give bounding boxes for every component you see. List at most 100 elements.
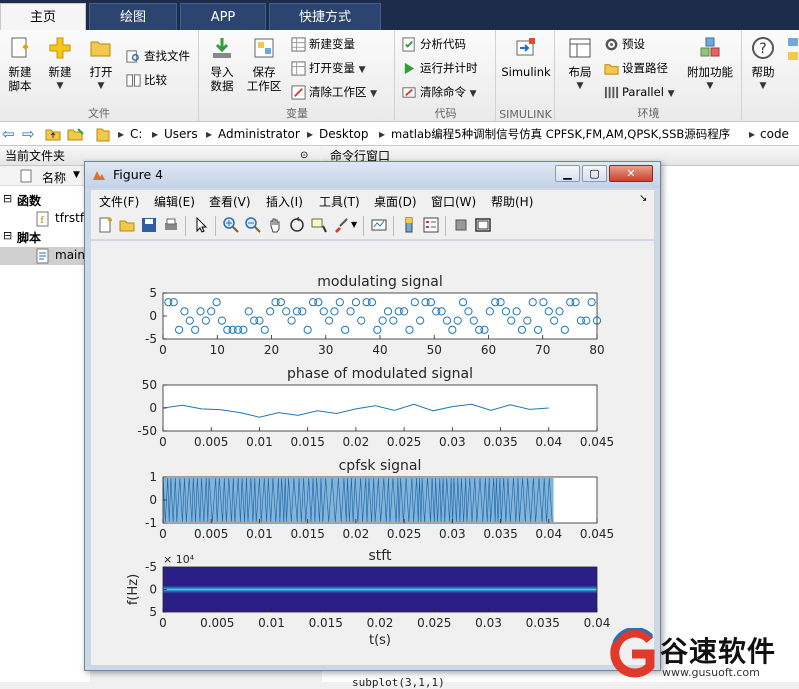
menu-help[interactable]: 帮助(H) — [491, 193, 533, 210]
y-tick-label-0: -5 — [145, 332, 157, 346]
new-variable-icon — [291, 37, 306, 52]
back-arrow-icon[interactable]: ⇦ — [2, 122, 15, 145]
import-data-button[interactable]: 导入 数据 — [206, 36, 238, 93]
functions-group-row[interactable]: ⊟ 函数 — [0, 192, 90, 210]
figure-title-bar[interactable]: Figure 4 ▁ ▢ ✕ — [85, 162, 660, 188]
set-path-button[interactable]: 设置路径 — [604, 58, 668, 78]
file-row-tfrstft[interactable]: f tfrstft — [0, 210, 90, 228]
figure-canvas[interactable]: modulating signal 0 10 20 30 40 50 60 70 80 5 0 -5 ph… — [91, 241, 654, 665]
file-row-main[interactable]: main — [0, 247, 90, 265]
compare-label: 比较 — [144, 73, 167, 87]
pan-hand-icon[interactable] — [267, 217, 283, 233]
menu-tools[interactable]: 工具(T) — [319, 193, 360, 210]
parallel-button[interactable]: Parallel ▼ — [604, 82, 674, 102]
current-folder-title: 当前文件夹 — [5, 149, 66, 163]
file-name: main — [55, 248, 85, 262]
find-files-icon — [126, 50, 139, 63]
clear-commands-label: 清除命令 — [420, 85, 466, 99]
menu-edit[interactable]: 编辑(E) — [154, 193, 195, 210]
open-variable-icon — [291, 61, 306, 76]
new-plus-icon — [49, 37, 71, 59]
save-icon[interactable] — [141, 217, 157, 233]
figure-title: Figure 4 — [113, 167, 164, 182]
new-button[interactable]: 新建 ▼ — [43, 36, 77, 93]
resources-group: ? 帮助 ▼ — [743, 30, 783, 122]
open-file-icon[interactable] — [119, 217, 135, 233]
figure-window[interactable]: Figure 4 ▁ ▢ ✕ 文件(F) 编辑(E) 查看(V) 插入(I) 工… — [84, 161, 661, 671]
sort-chevron-icon[interactable]: ▼ — [73, 170, 80, 180]
path-crumb-code[interactable]: code — [760, 122, 789, 145]
new-script-label: 新建 脚本 — [8, 65, 32, 93]
close-button[interactable]: ✕ — [609, 165, 653, 182]
open-variable-button[interactable]: 打开变量 ▼ — [291, 58, 366, 78]
menu-file[interactable]: 文件(F) — [99, 193, 139, 210]
compare-button[interactable]: 比较 — [126, 70, 167, 90]
find-files-button[interactable]: 查找文件 — [126, 46, 190, 66]
data-cursor-icon[interactable] — [311, 217, 327, 233]
zoom-in-icon[interactable] — [223, 217, 239, 233]
cursor-arrow-icon[interactable] — [193, 217, 209, 233]
tab-apps[interactable]: APP — [180, 3, 266, 30]
tab-home[interactable]: 主页 — [0, 3, 86, 30]
y-tick-label-1: 50 — [142, 378, 157, 392]
preferences-button[interactable]: 预设 — [604, 34, 645, 54]
open-button[interactable]: 打开 ▼ — [84, 36, 118, 93]
forward-arrow-icon[interactable]: ⇨ — [22, 122, 35, 145]
save-workspace-button[interactable]: 保存 工作区 — [244, 36, 284, 93]
collapse-icon[interactable]: ⊟ — [3, 229, 12, 242]
x-tick-label-2: 0.015 — [290, 527, 324, 541]
x-tick-label-1: 0.035 — [483, 435, 517, 449]
print-icon[interactable] — [163, 217, 179, 233]
dock-arrow-icon[interactable]: ↘ — [639, 193, 647, 204]
x-tick-label-3: 0.01 — [258, 616, 285, 630]
maximize-button[interactable]: ▢ — [582, 165, 607, 182]
new-variable-button[interactable]: 新建变量 — [291, 34, 355, 54]
tab-shortcuts[interactable]: 快捷方式 — [269, 3, 381, 30]
menu-window[interactable]: 窗口(W) — [431, 193, 476, 210]
set-path-label: 设置路径 — [622, 61, 668, 75]
collapse-icon[interactable]: ⊟ — [3, 192, 12, 205]
function-file-icon: f — [36, 211, 49, 227]
simulink-button[interactable]: Simulink — [499, 36, 553, 79]
scripts-group-row[interactable]: ⊟ 脚本 — [0, 229, 90, 247]
show-plot-tools-icon[interactable] — [475, 217, 491, 233]
minimize-button[interactable]: ▁ — [555, 165, 580, 182]
x-tick-label-0: 20 — [264, 343, 279, 357]
x-tick-label-1: 0.025 — [387, 435, 421, 449]
open-folder-icon — [90, 41, 111, 57]
path-separator-icon: ▸ — [118, 127, 125, 141]
parallel-chevron-icon: ▼ — [667, 89, 675, 99]
brush-chevron-icon[interactable]: ▼ — [351, 220, 357, 229]
community-icon[interactable] — [786, 36, 799, 79]
zoom-out-icon[interactable] — [245, 217, 261, 233]
up-folder-icon[interactable] — [45, 126, 61, 142]
clear-workspace-button[interactable]: 清除工作区 ▼ — [291, 82, 377, 102]
help-button[interactable]: ? 帮助 ▼ — [745, 36, 781, 93]
path-crumb-user[interactable]: Administrator — [218, 122, 300, 145]
hide-plot-tools-icon[interactable] — [453, 217, 469, 233]
new-script-button[interactable]: 新建 脚本 — [4, 36, 36, 93]
menu-insert[interactable]: 插入(I) — [266, 193, 303, 210]
run-and-time-button[interactable]: 运行并计时 — [402, 58, 478, 78]
menu-desktop[interactable]: 桌面(D) — [374, 193, 417, 210]
name-column-header[interactable]: 名称 — [42, 169, 66, 186]
browse-folder-icon[interactable] — [67, 126, 85, 142]
link-plot-icon[interactable] — [371, 217, 387, 233]
legend-icon[interactable] — [423, 217, 439, 233]
path-crumb-users[interactable]: Users — [164, 122, 198, 145]
path-crumb-drive[interactable]: C: — [130, 122, 142, 145]
addons-button[interactable]: 附加功能 ▼ — [682, 36, 738, 93]
layout-button[interactable]: 布局 ▼ — [560, 36, 600, 93]
clear-workspace-chevron-icon: ▼ — [370, 89, 378, 99]
menu-view[interactable]: 查看(V) — [209, 193, 251, 210]
rotate-3d-icon[interactable] — [289, 217, 305, 233]
path-crumb-project[interactable]: matlab编程5种调制信号仿真 CPFSK,FM,AM,QPSK,SSB源码程… — [391, 122, 730, 145]
tab-plots[interactable]: 绘图 — [89, 3, 177, 30]
colorbar-icon[interactable] — [401, 217, 417, 233]
path-separator-icon: ▸ — [307, 127, 314, 141]
new-figure-icon[interactable] — [97, 217, 113, 233]
brush-icon[interactable] — [333, 217, 349, 233]
path-crumb-desktop[interactable]: Desktop — [319, 122, 369, 145]
clear-commands-button[interactable]: 清除命令 ▼ — [402, 82, 477, 102]
analyze-code-button[interactable]: 分析代码 — [402, 34, 466, 54]
